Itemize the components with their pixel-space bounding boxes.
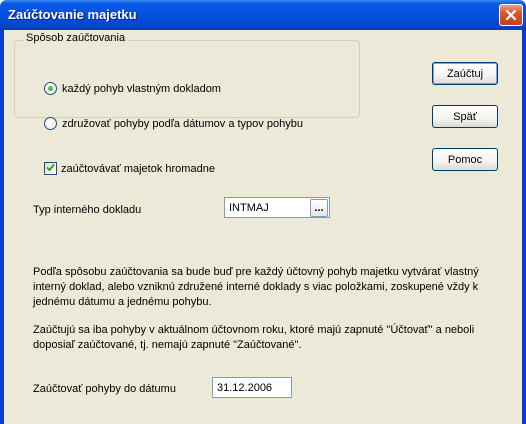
radio-label-group-movements: združovať pohyby podľa dátumov a typov p… — [62, 117, 303, 130]
posting-method-legend: Spôsob zaúčtovania — [23, 32, 129, 44]
window-title: Zaúčtovanie majetku — [8, 7, 137, 22]
radio-selected-dot — [48, 86, 53, 91]
post-button[interactable]: Zaúčtuj — [432, 62, 498, 85]
radio-button-each-movement[interactable] — [44, 82, 57, 95]
bulk-posting-checkbox[interactable] — [44, 162, 57, 175]
close-icon — [505, 9, 517, 21]
doc-type-browse-button[interactable]: ... — [310, 199, 328, 217]
doc-type-value: INTMAJ — [229, 201, 269, 214]
bulk-posting-checkbox-row[interactable]: zaúčtovávať majetok hromadne — [44, 162, 215, 175]
radio-button-group-movements[interactable] — [44, 117, 57, 130]
info-paragraph-2: Zaúčtujú sa iba pohyby v aktuálnom účtov… — [33, 324, 475, 351]
close-button[interactable] — [499, 4, 523, 26]
radio-label-each-movement: každý pohyb vlastným dokladom — [62, 82, 221, 95]
date-value: 31.12.2006 — [217, 381, 273, 394]
check-icon — [46, 163, 55, 175]
help-button[interactable]: Pomoc — [432, 148, 498, 171]
posting-method-group — [14, 40, 360, 118]
radio-option-group-movements[interactable]: združovať pohyby podľa dátumov a typov p… — [44, 117, 303, 130]
radio-option-each-movement[interactable]: každý pohyb vlastným dokladom — [44, 82, 221, 95]
doc-type-label: Typ interného dokladu — [33, 204, 142, 216]
date-field[interactable]: 31.12.2006 — [212, 377, 292, 398]
bulk-posting-label: zaúčtovávať majetok hromadne — [61, 162, 215, 175]
back-button[interactable]: Späť — [432, 105, 498, 128]
date-label: Zaúčtovať pohyby do dátumu — [33, 383, 176, 395]
title-bar[interactable]: Zaúčtovanie majetku — [0, 0, 526, 30]
info-paragraph-1: Podľa spôsobu zaúčtovania sa bude buď pr… — [33, 266, 479, 308]
